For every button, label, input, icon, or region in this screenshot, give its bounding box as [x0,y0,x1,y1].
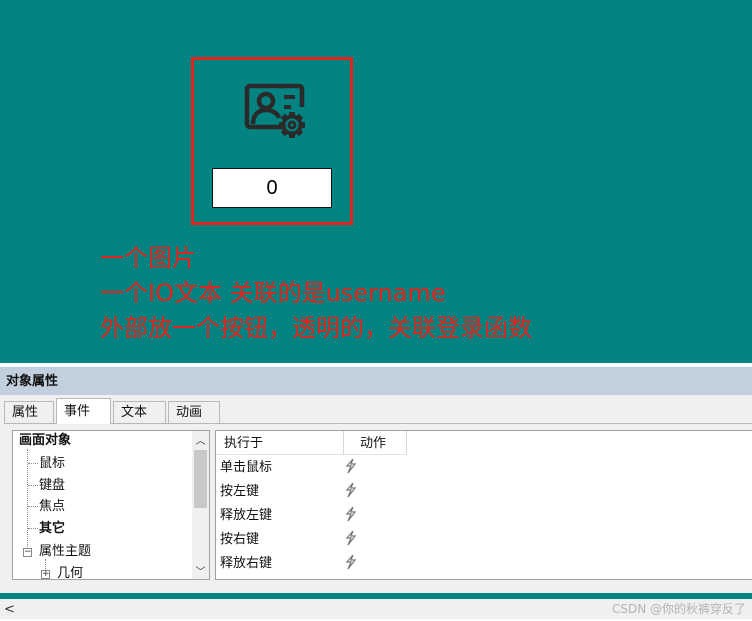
object-properties-panel: 对象属性 属性 事件 文本 动画 画面对象 鼠标 键盘 焦点 其它 − 属性主题… [0,367,752,593]
tab-events[interactable]: 事件 [56,398,111,424]
annotation-line-1: 一个图片 [100,244,196,272]
event-row-release-right[interactable]: 释放右键 [220,555,272,573]
column-header-trigger[interactable]: 执行于 [216,431,344,455]
tree-item-focus[interactable]: 焦点 [39,498,65,516]
watermark: CSDN @你的秋裤穿反了 [611,602,746,616]
tab-divider [4,423,752,424]
event-row-press-right[interactable]: 按右键 [220,531,259,549]
tab-properties[interactable]: 属性 [4,401,54,423]
tree-item-screen-object[interactable]: 画面对象 [19,432,71,450]
tree-item-property-theme[interactable]: 属性主题 [39,543,91,561]
horizontal-scrollbar[interactable]: < CSDN @你的秋裤穿反了 [0,599,752,619]
lightning-icon[interactable] [344,530,358,546]
lightning-icon[interactable] [344,482,358,498]
annotation-line-2: 一个IO文本 关联的是username [100,279,446,307]
event-category-tree: 画面对象 鼠标 键盘 焦点 其它 − 属性主题 + 几何 ︿ ﹀ [12,430,210,580]
tree-item-geometry[interactable]: 几何 [57,565,83,579]
tab-animation[interactable]: 动画 [168,401,220,423]
tree-item-mouse[interactable]: 鼠标 [39,455,65,473]
tree-guide [28,506,38,507]
event-row-press-left[interactable]: 按左键 [220,483,259,501]
tree-vertical-scrollbar[interactable]: ︿ ﹀ [192,431,209,579]
event-row-release-left[interactable]: 释放左键 [220,507,272,525]
scroll-left-icon[interactable]: < [4,599,15,619]
events-list: 执行于 动作 单击鼠标 按左键 释放左键 按右键 释放右键 [215,430,752,580]
lightning-icon[interactable] [344,554,358,570]
lightning-icon[interactable] [344,506,358,522]
tree-guide [28,485,38,486]
panel-title: 对象属性 [0,367,752,395]
collapse-icon[interactable]: − [23,548,32,557]
tree-guide [28,528,38,529]
scroll-thumb[interactable] [194,450,207,508]
annotation-line-3: 外部放一个按钮，透明的，关联登录函数 [100,314,532,342]
expand-icon[interactable]: + [41,570,50,579]
event-row-click-mouse[interactable]: 单击鼠标 [220,459,272,477]
column-header-action[interactable]: 动作 [344,431,407,455]
tree-guide [28,463,38,464]
scroll-up-icon[interactable]: ︿ [192,431,209,448]
tab-text[interactable]: 文本 [113,401,166,423]
scroll-down-icon[interactable]: ﹀ [192,562,209,579]
hmi-canvas: 0 一个图片 一个IO文本 关联的是username 外部放一个按钮，透明的，关… [0,0,752,363]
lightning-icon[interactable] [344,458,358,474]
username-io-field[interactable]: 0 [212,168,332,208]
tree-item-keyboard[interactable]: 键盘 [39,477,65,495]
tree-item-other[interactable]: 其它 [39,520,65,538]
user-settings-icon[interactable] [244,83,308,141]
tree-guide [27,449,28,553]
